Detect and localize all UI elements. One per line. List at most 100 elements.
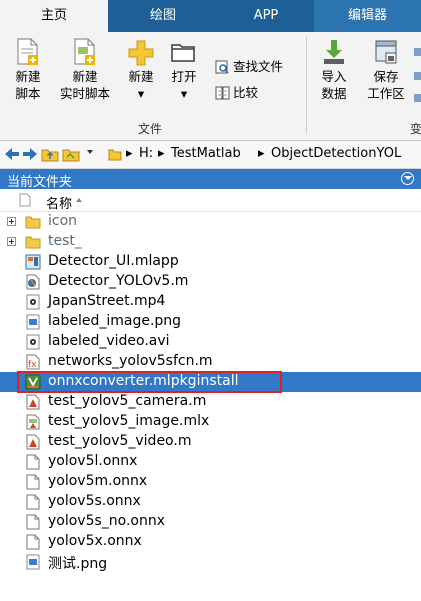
file-name: yolov5s.onnx (48, 493, 141, 509)
video-file-icon (25, 334, 41, 350)
file-name: Detector_YOLOv5.m (48, 273, 189, 289)
import-data-label-2: 数据 (321, 86, 347, 101)
up-folder-icon[interactable] (41, 147, 59, 162)
file-row[interactable]: yolov5l.onnx (0, 452, 421, 472)
file-row[interactable]: fx networks_yolov5sfcn.m (0, 352, 421, 372)
file-row[interactable]: yolov5s_no.onnx (0, 512, 421, 532)
browse-folder-icon[interactable] (62, 147, 80, 162)
file-row[interactable]: JapanStreet.mp4 (0, 292, 421, 312)
file-row[interactable]: yolov5x.onnx (0, 532, 421, 552)
file-row[interactable]: yolov5s.onnx (0, 492, 421, 512)
file-name: labeled_video.avi (48, 333, 170, 349)
tab-apps[interactable]: APP (218, 0, 314, 32)
file-row[interactable]: 测试.png (0, 552, 421, 572)
file-name: Detector_UI.mlapp (48, 253, 179, 269)
new-live-script-label-2: 实时脚本 (59, 86, 110, 101)
new-live-script-button[interactable]: 新建 实时脚本 (55, 32, 115, 102)
file-row[interactable]: onnxconverter.mlpkginstall (0, 372, 421, 392)
import-data-button[interactable]: 导入 数据 (314, 32, 354, 102)
file-row[interactable]: Detector_UI.mlapp (0, 252, 421, 272)
back-arrow-icon[interactable] (4, 147, 20, 161)
folder-row[interactable]: icon (0, 212, 421, 232)
file-name: test_yolov5_image.mlx (48, 413, 210, 429)
file-row[interactable]: test_yolov5_video.m (0, 432, 421, 452)
find-files-button[interactable]: 查找文件 (215, 56, 283, 75)
file-row[interactable]: test_yolov5_camera.m (0, 392, 421, 412)
variable-group-label: 变 (410, 122, 421, 136)
ribbon-toolstrip: 新建 脚本 新建 实时脚本 新建 ▾ 打开 ▾ 查找文件 比较 文件 导入 数据… (0, 32, 421, 141)
panel-actions-icon[interactable] (401, 172, 414, 185)
plus-icon (128, 40, 154, 66)
find-files-label: 查找文件 (233, 59, 284, 74)
file-name: labeled_image.png (48, 313, 182, 329)
file-name: test_yolov5_video.m (48, 433, 192, 449)
function-m-file-icon: fx (25, 354, 41, 370)
expand-icon[interactable] (7, 237, 16, 246)
import-data-label-1: 导入 (321, 69, 347, 84)
image-file-icon (25, 314, 41, 330)
import-data-icon (324, 40, 344, 64)
image-file-icon (25, 554, 41, 570)
compare-label: 比较 (233, 85, 259, 100)
drive-folder-icon (108, 149, 122, 161)
file-name: yolov5s_no.onnx (48, 513, 166, 529)
file-file-icon (25, 534, 41, 550)
new-live-script-icon (74, 38, 95, 65)
file-file-icon (25, 454, 41, 470)
expand-icon[interactable] (7, 217, 16, 226)
file-name: JapanStreet.mp4 (48, 293, 166, 309)
svg-text:fx: fx (28, 360, 37, 370)
new-script-label-2: 脚本 (15, 86, 41, 101)
save-workspace-icon (375, 40, 397, 64)
file-list-column-header: 名称 (0, 190, 421, 212)
folder-open-icon (171, 44, 195, 62)
script-m-file-icon (25, 394, 41, 410)
save-workspace-button[interactable]: 保存 工作区 (362, 32, 410, 102)
file-file-icon (25, 514, 41, 530)
folder-row[interactable]: test_ (0, 232, 421, 252)
breadcrumb-segment-drive[interactable]: H: (139, 146, 153, 161)
file-row[interactable]: test_yolov5_image.mlx (0, 412, 421, 432)
file-name: icon (48, 213, 78, 229)
open-menu-label: 打开 (171, 69, 197, 84)
file-row[interactable]: labeled_video.avi (0, 332, 421, 352)
tab-home[interactable]: 主页 (0, 0, 108, 33)
file-row[interactable]: yolov5m.onnx (0, 472, 421, 492)
class-m-file-icon (25, 274, 41, 290)
folder-file-icon (25, 234, 41, 250)
file-row[interactable]: Detector_YOLOv5.m (0, 272, 421, 292)
breadcrumb-segment-project[interactable]: ObjectDetectionYOL (271, 146, 401, 161)
chevron-down-icon: ▾ (180, 86, 188, 101)
forward-arrow-icon[interactable] (22, 147, 38, 161)
column-name[interactable]: 名称 (46, 193, 72, 212)
chevron-down-icon[interactable] (87, 147, 93, 161)
ribbon-separator (306, 36, 307, 134)
new-menu-button[interactable]: 新建 ▾ (123, 32, 159, 102)
new-script-button[interactable]: 新建 脚本 (8, 32, 48, 102)
ribbon-tab-bar: 主页 绘图 APP 编辑器 (0, 0, 421, 33)
file-name: test_yolov5_camera.m (48, 393, 207, 409)
breadcrumb-segment-testmatlab[interactable]: TestMatlab (171, 146, 241, 161)
new-script-label-1: 新建 (15, 69, 41, 84)
file-file-icon (25, 474, 41, 490)
overflow-icon[interactable] (414, 42, 421, 102)
tab-editor[interactable]: 编辑器 (314, 0, 421, 32)
file-row[interactable]: labeled_image.png (0, 312, 421, 332)
open-menu-button[interactable]: 打开 ▾ (166, 32, 202, 102)
folder-file-icon (25, 214, 41, 230)
video-file-icon (25, 294, 41, 310)
sort-ascending-icon (76, 198, 82, 202)
tab-plots[interactable]: 绘图 (108, 0, 218, 32)
save-workspace-label-2: 工作区 (367, 86, 405, 101)
find-files-icon (215, 60, 229, 74)
chevron-down-icon: ▾ (137, 86, 145, 101)
new-script-icon (17, 38, 38, 65)
mlapp-file-icon (25, 254, 41, 270)
address-bar: ▸ H: ▸ TestMatlab ▸ ObjectDetectionYOL (0, 141, 421, 169)
mlpkginstall-file-icon (25, 374, 41, 390)
save-workspace-label-1: 保存 (373, 69, 399, 84)
compare-icon (215, 86, 230, 100)
file-file-icon (25, 494, 41, 510)
file-name: test_ (48, 233, 82, 249)
compare-button[interactable]: 比较 (215, 82, 258, 101)
